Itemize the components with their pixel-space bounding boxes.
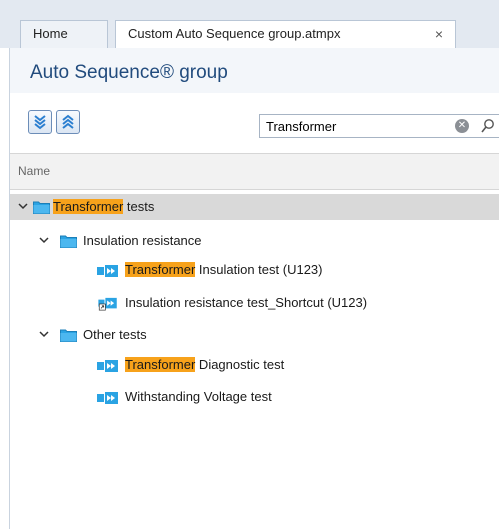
search-highlight: Transformer bbox=[53, 199, 124, 214]
page-title: Auto Sequence® group bbox=[30, 62, 228, 83]
expand-all-button[interactable] bbox=[28, 110, 52, 134]
tab-document-label: Custom Auto Sequence group.atmpx bbox=[128, 26, 341, 41]
shortcut-icon bbox=[98, 297, 117, 311]
tree-node-sequence[interactable]: Withstanding Voltage test bbox=[10, 384, 499, 410]
toolbar: ✕ bbox=[10, 93, 499, 153]
sequence-tree: Transformer tests Insulation resistance … bbox=[10, 190, 499, 529]
tree-node-label: Insulation resistance test_Shortcut (U12… bbox=[125, 295, 368, 310]
tree-node-folder[interactable]: Insulation resistance bbox=[10, 228, 499, 254]
collapse-all-button[interactable] bbox=[56, 110, 80, 134]
tree-node-sequence[interactable]: Transformer Diagnostic test bbox=[10, 352, 499, 378]
clear-icon[interactable]: ✕ bbox=[455, 119, 469, 133]
search-highlight: Transformer bbox=[125, 357, 196, 372]
tab-document[interactable]: Custom Auto Sequence group.atmpx × bbox=[115, 20, 456, 48]
auto-sequence-icon bbox=[97, 360, 118, 372]
tree-node-label: Transformer tests bbox=[53, 199, 155, 214]
column-header-row: Name bbox=[10, 153, 499, 190]
close-icon[interactable]: × bbox=[435, 21, 443, 47]
folder-icon bbox=[33, 201, 50, 214]
expand-all-icon bbox=[34, 115, 46, 130]
tree-node-root[interactable]: Transformer tests bbox=[10, 194, 499, 220]
tree-node-label: Withstanding Voltage test bbox=[125, 389, 272, 404]
chevron-down-icon[interactable] bbox=[17, 200, 29, 212]
tree-node-folder[interactable]: Other tests bbox=[10, 322, 499, 348]
search-highlight: Transformer bbox=[125, 262, 196, 277]
tree-node-label: Other tests bbox=[83, 327, 147, 342]
page-header: Auto Sequence® group bbox=[10, 48, 499, 93]
auto-sequence-icon bbox=[97, 265, 118, 277]
tree-node-sequence[interactable]: Transformer Insulation test (U123) bbox=[10, 257, 499, 283]
search-box: ✕ bbox=[259, 114, 499, 138]
tab-strip: Home Custom Auto Sequence group.atmpx × bbox=[0, 0, 499, 48]
column-header-name[interactable]: Name bbox=[18, 164, 50, 178]
tree-node-sequence-shortcut[interactable]: Insulation resistance test_Shortcut (U12… bbox=[10, 290, 499, 316]
chevron-down-icon[interactable] bbox=[38, 328, 50, 340]
chevron-down-icon[interactable] bbox=[38, 234, 50, 246]
tab-home-label: Home bbox=[33, 26, 68, 41]
magnifier-icon[interactable] bbox=[480, 118, 496, 134]
folder-icon bbox=[60, 329, 77, 342]
tree-node-label: Insulation resistance bbox=[83, 233, 202, 248]
tab-home[interactable]: Home bbox=[20, 20, 108, 48]
collapse-all-icon bbox=[62, 114, 74, 129]
search-input[interactable] bbox=[266, 117, 446, 135]
folder-icon bbox=[60, 235, 77, 248]
tree-node-label: Transformer Insulation test (U123) bbox=[125, 262, 323, 277]
tree-node-label: Transformer Diagnostic test bbox=[125, 357, 285, 372]
auto-sequence-icon bbox=[97, 392, 118, 404]
